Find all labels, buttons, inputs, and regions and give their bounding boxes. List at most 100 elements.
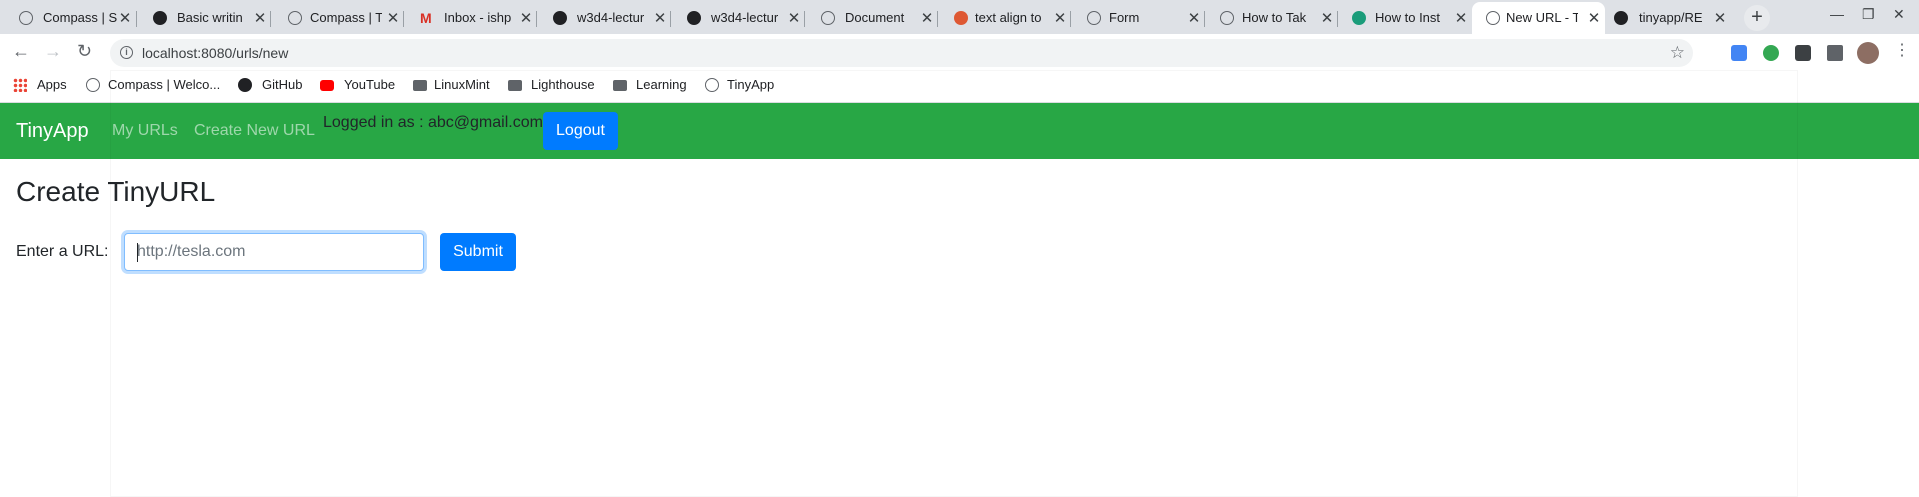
bookmark-star-icon[interactable]: ☆ (1670, 43, 1685, 63)
compass-icon (86, 78, 100, 92)
globe-icon (821, 11, 835, 25)
tab[interactable]: M Inbox - ishp ✕ (404, 2, 537, 34)
folder-icon (613, 80, 627, 91)
tab[interactable]: Compass | T ✕ (271, 2, 404, 34)
info-icon[interactable]: i (120, 46, 133, 59)
new-tab-button[interactable]: + (1744, 5, 1770, 31)
close-icon[interactable]: ✕ (920, 9, 934, 27)
tab-title: w3d4-lectur (711, 10, 779, 25)
profile-avatar[interactable] (1857, 42, 1879, 64)
tab[interactable]: text align to ✕ (938, 2, 1071, 34)
close-icon[interactable]: ✕ (253, 9, 267, 27)
tab-title: Form (1109, 10, 1140, 25)
close-icon[interactable]: ✕ (386, 9, 400, 27)
tab-strip: Compass | S ✕ Basic writin ✕ Compass | T… (0, 0, 1919, 34)
address-url[interactable]: localhost:8080/urls/new (142, 45, 288, 61)
globe-icon (1220, 11, 1234, 25)
extension-blue-icon[interactable] (1731, 45, 1747, 61)
logout-button[interactable]: Logout (543, 112, 618, 150)
url-label: Enter a URL: (16, 243, 109, 260)
extension-green-icon[interactable] (1763, 45, 1779, 61)
extension-dark-icon[interactable] (1795, 45, 1811, 61)
text-cursor (137, 243, 138, 262)
address-bar[interactable]: i localhost:8080/urls/new ☆ (110, 39, 1693, 67)
tab-title: Compass | S (43, 10, 118, 25)
apps-grid-icon (13, 78, 27, 92)
close-icon[interactable]: ✕ (1320, 9, 1334, 27)
bookmark-apps[interactable]: Apps (37, 77, 67, 92)
site-icon (1352, 11, 1366, 25)
close-icon[interactable]: ✕ (1053, 9, 1067, 27)
bookmark-youtube[interactable]: YouTube (344, 77, 395, 92)
close-icon[interactable]: ✕ (1454, 9, 1468, 27)
close-icon[interactable]: ✕ (1713, 9, 1727, 27)
tab-title: How to Inst (1375, 10, 1441, 25)
compass-icon (288, 11, 302, 25)
github-icon (687, 11, 701, 25)
submit-button[interactable]: Submit (440, 233, 516, 271)
tab-active[interactable]: New URL - T ✕ (1472, 2, 1605, 34)
tab[interactable]: w3d4-lectur ✕ (537, 2, 671, 34)
tab-title: Basic writin (177, 10, 243, 25)
tab[interactable]: Document ✕ (805, 2, 938, 34)
browser-toolbar: ← → ↻ i localhost:8080/urls/new ☆ ⋮ (0, 34, 1919, 70)
close-window-icon[interactable]: ✕ (1893, 6, 1905, 23)
tab-title: tinyapp/RE (1639, 10, 1703, 25)
restore-icon[interactable]: ❐ (1862, 6, 1875, 23)
forward-icon[interactable]: → (44, 41, 62, 62)
close-icon[interactable]: ✕ (519, 9, 533, 27)
github-icon (238, 78, 252, 92)
bookmark-lighthouse[interactable]: Lighthouse (531, 77, 595, 92)
url-input[interactable]: http://tesla.com (124, 233, 424, 271)
tab[interactable]: How to Inst ✕ (1338, 2, 1472, 34)
tab[interactable]: tinyapp/RE ✕ (1605, 2, 1738, 34)
globe-icon (1486, 11, 1500, 25)
tab-title: Inbox - ishp (444, 10, 512, 25)
tab[interactable]: Compass | S ✕ (0, 2, 137, 34)
close-icon[interactable]: ✕ (787, 9, 801, 27)
duckduckgo-icon (954, 11, 968, 25)
nav-create-new-url[interactable]: Create New URL (194, 122, 315, 140)
globe-icon (1087, 11, 1101, 25)
tab-title: w3d4-lectur (577, 10, 645, 25)
tab[interactable]: w3d4-lectur ✕ (671, 2, 805, 34)
close-icon[interactable]: ✕ (1187, 9, 1201, 27)
tab-title: New URL - T (1506, 10, 1578, 25)
reload-icon[interactable]: ↻ (77, 41, 92, 62)
bookmark-github[interactable]: GitHub (262, 77, 302, 92)
bookmark-linuxmint[interactable]: LinuxMint (434, 77, 490, 92)
tab[interactable]: Basic writin ✕ (137, 2, 271, 34)
gmail-icon: M (420, 10, 432, 26)
extensions-puzzle-icon[interactable] (1827, 45, 1843, 61)
close-icon[interactable]: ✕ (653, 9, 667, 27)
nav-my-urls[interactable]: My URLs (112, 122, 178, 140)
globe-icon (705, 78, 719, 92)
github-icon (553, 11, 567, 25)
bookmark-compass[interactable]: Compass | Welco... (108, 77, 220, 92)
menu-kebab-icon[interactable]: ⋮ (1894, 40, 1910, 60)
github-icon (153, 11, 167, 25)
bookmark-learning[interactable]: Learning (636, 77, 687, 92)
brand-link[interactable]: TinyApp (16, 120, 89, 143)
tab-title: Document (845, 10, 905, 25)
url-input-placeholder: http://tesla.com (137, 243, 246, 260)
close-icon[interactable]: ✕ (1587, 9, 1601, 27)
page-title: Create TinyURL (16, 176, 216, 207)
close-icon[interactable]: ✕ (118, 9, 132, 27)
tab-title: Compass | T (310, 10, 382, 25)
youtube-icon (320, 80, 334, 91)
logged-in-text: Logged in as : abc@gmail.com (323, 114, 543, 131)
tab-title: How to Tak (1242, 10, 1307, 25)
folder-icon (413, 80, 427, 91)
github-icon (1614, 11, 1628, 25)
app-navbar: TinyApp My URLs Create New URL Logged in… (0, 103, 1919, 159)
bookmark-tinyapp[interactable]: TinyApp (727, 77, 774, 92)
back-icon[interactable]: ← (12, 41, 30, 62)
bookmarks-bar: Apps Compass | Welco... GitHub YouTube L… (0, 70, 1919, 103)
tab-title: text align to (975, 10, 1042, 25)
folder-icon (508, 80, 522, 91)
tab[interactable]: How to Tak ✕ (1205, 2, 1338, 34)
compass-icon (19, 11, 33, 25)
tab[interactable]: Form ✕ (1071, 2, 1205, 34)
minimize-icon[interactable]: — (1830, 6, 1844, 22)
